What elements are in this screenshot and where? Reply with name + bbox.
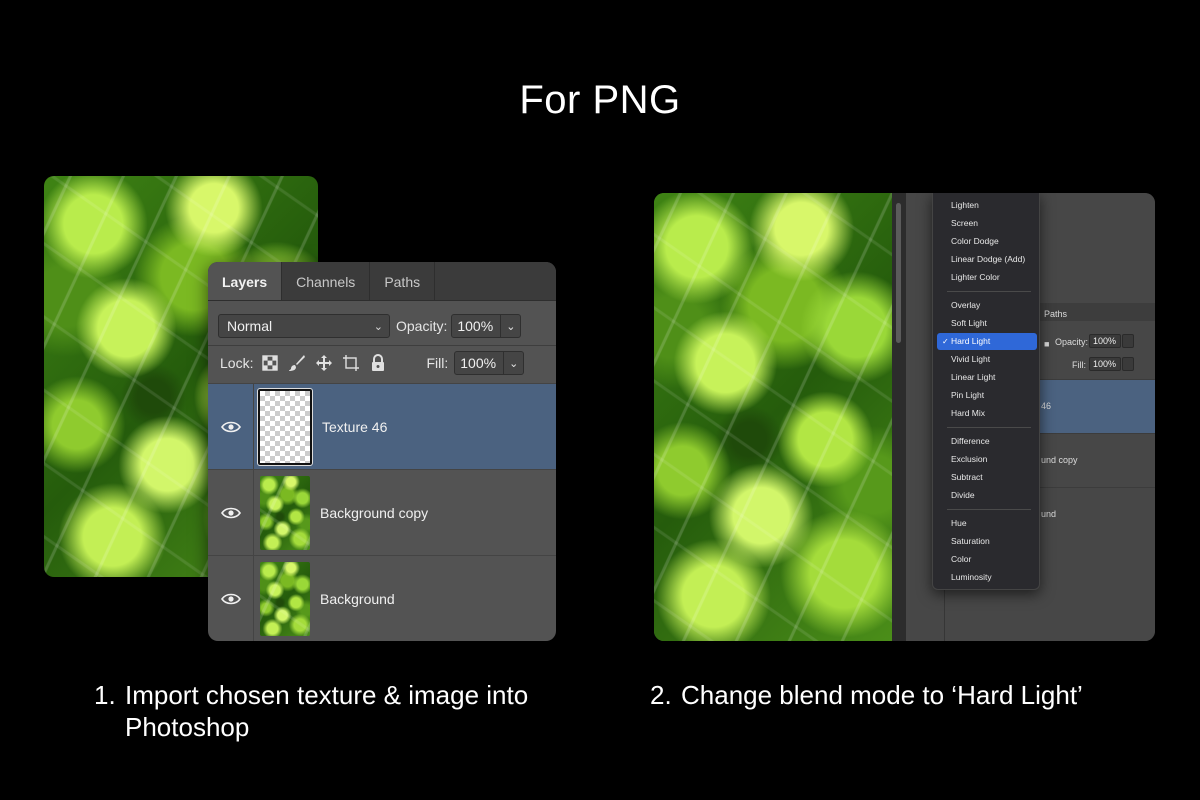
page-title: For PNG bbox=[519, 78, 681, 122]
menu-item-hard-light[interactable]: ✓ Hard Light bbox=[937, 333, 1037, 350]
opacity-chevron-icon[interactable]: ⌄ bbox=[501, 314, 522, 338]
menu-separator bbox=[947, 509, 1031, 510]
menu-item-color-dodge[interactable]: Color Dodge bbox=[937, 233, 1037, 250]
visibility-eye-icon[interactable] bbox=[208, 555, 254, 641]
step-text: Import chosen texture & image into bbox=[125, 680, 529, 710]
blend-mode-screenshot: Paths Opacity: 100% ■ Fill: 100% 46 und … bbox=[654, 193, 1155, 641]
mini-opacity-input[interactable]: 100% bbox=[1089, 334, 1121, 348]
scrollbar-thumb[interactable] bbox=[896, 203, 901, 343]
menu-item-label: Hard Light bbox=[951, 336, 991, 346]
menu-item-linear-light[interactable]: Linear Light bbox=[937, 369, 1037, 386]
mini-tab-paths[interactable]: Paths bbox=[1044, 309, 1067, 319]
step-text: Photoshop bbox=[125, 712, 250, 742]
mini-layer-name: und bbox=[1041, 509, 1057, 519]
step-number: 2. bbox=[650, 680, 672, 710]
menu-separator bbox=[947, 427, 1031, 428]
lock-transparent-pixels-icon[interactable] bbox=[259, 352, 281, 374]
menu-item-overlay[interactable]: Overlay bbox=[937, 297, 1037, 314]
mini-opacity-label: Opacity: bbox=[1055, 337, 1089, 347]
menu-item-color[interactable]: Color bbox=[937, 551, 1037, 568]
menu-item-linear-dodge[interactable]: Linear Dodge (Add) bbox=[937, 251, 1037, 268]
menu-item-screen[interactable]: Screen bbox=[937, 215, 1037, 232]
menu-item-difference[interactable]: Difference bbox=[937, 433, 1037, 450]
menu-item-divide[interactable]: Divide bbox=[937, 487, 1037, 504]
mini-layer-name: 46 bbox=[1041, 401, 1052, 411]
fill-chevron-icon[interactable]: ⌄ bbox=[504, 351, 525, 375]
blend-mode-value: Normal bbox=[227, 318, 273, 334]
mini-layer-name: und copy bbox=[1041, 455, 1078, 465]
menu-separator bbox=[947, 291, 1031, 292]
opacity-label: Opacity: bbox=[396, 318, 448, 334]
layer-row-background[interactable]: Background bbox=[208, 555, 556, 641]
blend-mode-dropdown[interactable]: Normal ⌄ bbox=[218, 314, 390, 338]
menu-item-exclusion[interactable]: Exclusion bbox=[937, 451, 1037, 468]
menu-item-lighten[interactable]: Lighten bbox=[937, 197, 1037, 214]
mini-fill-label: Fill: bbox=[1072, 360, 1086, 370]
chevron-down-icon: ⌄ bbox=[373, 320, 383, 333]
menu-item-soft-light[interactable]: Soft Light bbox=[937, 315, 1037, 332]
visibility-eye-icon[interactable] bbox=[208, 469, 254, 556]
menu-item-hard-mix[interactable]: Hard Mix bbox=[937, 405, 1037, 422]
checkmark-icon: ✓ bbox=[942, 337, 949, 346]
layer-thumbnail-broccoli bbox=[260, 475, 310, 550]
layer-name: Texture 46 bbox=[322, 418, 388, 435]
layer-row-background-copy[interactable]: Background copy bbox=[208, 469, 556, 556]
lock-all-icon[interactable] bbox=[367, 352, 389, 374]
mini-fill-chevron-icon[interactable] bbox=[1122, 357, 1134, 371]
lock-image-pixels-brush-icon[interactable] bbox=[286, 352, 308, 374]
broccoli-blended-image bbox=[654, 193, 892, 641]
blend-mode-menu: Lighten Screen Color Dodge Linear Dodge … bbox=[932, 193, 1040, 590]
layer-name: Background copy bbox=[320, 504, 429, 521]
lock-position-move-icon[interactable] bbox=[313, 352, 335, 374]
tab-channels[interactable]: Channels bbox=[282, 262, 371, 300]
lock-artboard-icon[interactable] bbox=[340, 352, 362, 374]
step-2-caption: 2. Change blend mode to ‘Hard Light’ bbox=[650, 679, 1170, 711]
layer-name: Background bbox=[320, 590, 395, 607]
layer-row-texture-46[interactable]: Texture 46 bbox=[208, 383, 556, 470]
opacity-input[interactable]: 100% bbox=[451, 314, 502, 338]
layers-panel: Layers Channels Paths Normal ⌄ Opacity: … bbox=[208, 262, 556, 641]
fill-label: Fill: bbox=[426, 355, 449, 371]
menu-item-luminosity[interactable]: Luminosity bbox=[937, 569, 1037, 586]
lock-fill-row: Lock: Fill: 100% ⌄ bbox=[208, 350, 556, 376]
fill-input[interactable]: 100% bbox=[454, 351, 505, 375]
layer-thumbnail-broccoli bbox=[260, 561, 310, 636]
step-number: 1. bbox=[94, 680, 116, 710]
menu-item-saturation[interactable]: Saturation bbox=[937, 533, 1037, 550]
mini-fill-input[interactable]: 100% bbox=[1089, 357, 1121, 371]
menu-item-subtract[interactable]: Subtract bbox=[937, 469, 1037, 486]
layers-panel-tabs: Layers Channels Paths bbox=[208, 262, 556, 301]
menu-item-pin-light[interactable]: Pin Light bbox=[937, 387, 1037, 404]
layer-thumbnail-transparent bbox=[257, 387, 313, 466]
mini-opacity-chevron-icon[interactable] bbox=[1122, 334, 1134, 348]
tab-paths[interactable]: Paths bbox=[370, 262, 436, 300]
blend-opacity-row: Normal ⌄ Opacity: 100% ⌄ bbox=[208, 313, 556, 339]
lock-label: Lock: bbox=[220, 355, 254, 371]
menu-item-hue[interactable]: Hue bbox=[937, 515, 1037, 532]
step-1-caption: 1. Import chosen texture & image into Ph… bbox=[94, 679, 574, 743]
tab-layers[interactable]: Layers bbox=[208, 262, 283, 300]
visibility-eye-icon[interactable] bbox=[208, 383, 254, 470]
scrollbar[interactable] bbox=[892, 193, 906, 641]
mini-lock-icon[interactable]: ■ bbox=[1044, 339, 1049, 349]
menu-item-lighter-color[interactable]: Lighter Color bbox=[937, 269, 1037, 286]
menu-item-vivid-light[interactable]: Vivid Light bbox=[937, 351, 1037, 368]
step-text: Change blend mode to ‘Hard Light’ bbox=[681, 680, 1083, 710]
divider bbox=[208, 345, 556, 346]
